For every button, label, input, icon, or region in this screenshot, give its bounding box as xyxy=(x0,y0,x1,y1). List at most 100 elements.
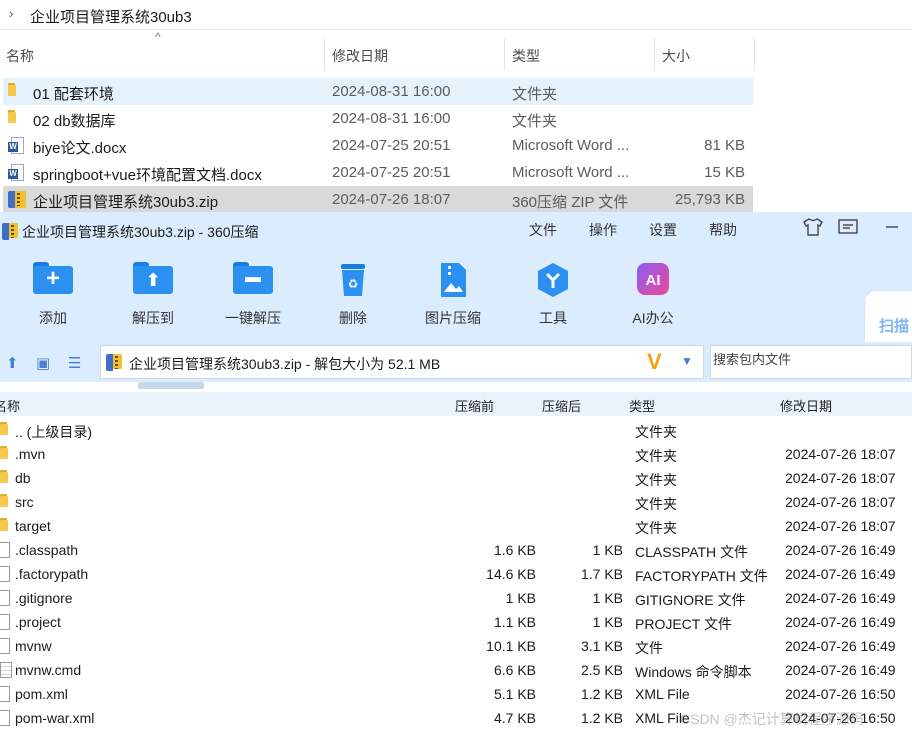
table-row[interactable]: target 文件夹 2024-07-26 18:07 xyxy=(0,514,912,538)
zip-icon xyxy=(8,191,26,208)
folder-icon xyxy=(8,110,26,126)
archive-file-list: .. (上级目录) 文件夹 .mvn 文件夹 2024-07-26 18:07 … xyxy=(0,418,912,730)
column-modified[interactable]: 修改日期 xyxy=(780,396,832,415)
entry-modified: 2024-07-26 18:07 xyxy=(785,446,896,462)
file-explorer-window: › 企业项目管理系统30ub3 ^ 名称 修改日期 类型 大小 01 配套环境 … xyxy=(0,0,912,213)
search-box[interactable] xyxy=(710,345,912,379)
entry-name: .factorypath xyxy=(15,566,89,582)
menu-settings[interactable]: 设置 xyxy=(649,220,677,240)
entry-name: pom-war.xml xyxy=(15,710,95,726)
entry-size-before: 10.1 KB xyxy=(486,638,536,654)
add-label: 添加 xyxy=(39,310,67,326)
folder-icon xyxy=(8,83,26,99)
entry-modified: 2024-07-26 16:49 xyxy=(785,614,896,630)
entry-type: Windows 命令脚本 xyxy=(635,664,752,680)
ai-office-button[interactable]: AI AI办公 xyxy=(608,246,698,342)
address-bar: ⬆ ▣ ☰ 企业项目管理系统30ub3.zip - 解包大小为 52.1 MB … xyxy=(0,342,912,382)
file-name: 02 db数据库 xyxy=(33,113,116,130)
file-row[interactable]: W springboot+vue环境配置文档.docx 2024-07-25 2… xyxy=(3,159,753,186)
column-divider[interactable] xyxy=(754,38,755,70)
entry-name: mvnw.cmd xyxy=(15,662,82,678)
table-row[interactable]: db 文件夹 2024-07-26 18:07 xyxy=(0,466,912,490)
column-before[interactable]: 压缩前 xyxy=(455,396,494,415)
file-modified: 2024-07-25 20:51 xyxy=(332,164,451,181)
one-click-extract-label: 一键解压 xyxy=(225,310,281,326)
up-arrow-icon[interactable]: ⬆ xyxy=(6,354,19,372)
add-button[interactable]: + 添加 xyxy=(8,246,98,342)
path-field[interactable]: 企业项目管理系统30ub3.zip - 解包大小为 52.1 MB V ▼ xyxy=(100,345,704,379)
entry-name: src xyxy=(15,494,34,510)
column-type[interactable]: 类型 xyxy=(629,396,655,415)
breadcrumb[interactable]: › 企业项目管理系统30ub3 xyxy=(0,0,912,30)
entry-modified: 2024-07-26 16:50 xyxy=(785,686,896,702)
file-row[interactable]: 企业项目管理系统30ub3.zip 2024-07-26 18:07 360压缩… xyxy=(3,186,753,213)
table-row[interactable]: .project 1.1 KB 1 KB PROJECT 文件 2024-07-… xyxy=(0,610,912,634)
tools-button[interactable]: 工具 xyxy=(508,246,598,342)
folder-icon xyxy=(0,470,8,483)
column-type[interactable]: 类型 xyxy=(512,46,540,66)
list-view-icon[interactable]: ☰ xyxy=(68,354,81,372)
feedback-icon[interactable] xyxy=(838,218,858,241)
dropdown-arrow-icon[interactable]: ▼ xyxy=(681,354,693,368)
file-row[interactable]: W biye论文.docx 2024-07-25 20:51 Microsoft… xyxy=(3,132,753,159)
folder-icon xyxy=(0,494,8,507)
column-name[interactable]: 名称 xyxy=(6,46,34,66)
file-type: Microsoft Word ... xyxy=(512,137,630,154)
file-type: Microsoft Word ... xyxy=(512,164,630,181)
one-click-extract-button[interactable]: ▬ 一键解压 xyxy=(208,246,298,342)
entry-size-before: 1.1 KB xyxy=(493,614,536,630)
column-name[interactable]: 名称 xyxy=(0,396,20,415)
chevron-right-icon[interactable]: › xyxy=(9,6,13,21)
delete-button[interactable]: ♻ 删除 xyxy=(308,246,398,342)
column-divider[interactable] xyxy=(504,38,505,70)
table-row[interactable]: src 文件夹 2024-07-26 18:07 xyxy=(0,490,912,514)
menu-operate[interactable]: 操作 xyxy=(589,220,617,240)
skin-shirt-icon[interactable] xyxy=(803,218,823,241)
table-row[interactable]: mvnw 10.1 KB 3.1 KB 文件 2024-07-26 16:49 xyxy=(0,634,912,658)
table-row[interactable]: pom.xml 5.1 KB 1.2 KB XML File 2024-07-2… xyxy=(0,682,912,706)
entry-name: .. (上级目录) xyxy=(15,424,92,440)
file-row[interactable]: 01 配套环境 2024-08-31 16:00 文件夹 xyxy=(3,78,753,105)
entry-modified: 2024-07-26 18:07 xyxy=(785,494,896,510)
thumbnail-view-icon[interactable]: ▣ xyxy=(36,354,50,372)
menu-file[interactable]: 文件 xyxy=(529,220,557,240)
file-icon xyxy=(0,590,10,606)
one-click-extract-icon: ▬ xyxy=(233,262,273,294)
watermark: CSDN @杰记计算机程序源码 xyxy=(680,711,864,727)
menu-help[interactable]: 帮助 xyxy=(709,220,737,240)
entry-size-before: 14.6 KB xyxy=(486,566,536,582)
v-logo-icon[interactable]: V xyxy=(647,349,662,375)
image-compress-label: 图片压缩 xyxy=(425,310,481,326)
table-row[interactable]: .factorypath 14.6 KB 1.7 KB FACTORYPATH … xyxy=(0,562,912,586)
column-divider[interactable] xyxy=(654,38,655,70)
folder-icon xyxy=(0,422,8,435)
table-row[interactable]: .gitignore 1 KB 1 KB GITIGNORE 文件 2024-0… xyxy=(0,586,912,610)
title-bar[interactable]: 企业项目管理系统30ub3.zip - 360压缩 文件 操作 设置 帮助 xyxy=(0,212,912,246)
table-row[interactable]: .classpath 1.6 KB 1 KB CLASSPATH 文件 2024… xyxy=(0,538,912,562)
extract-folder-icon: ⬆ xyxy=(133,262,173,294)
file-type: 文件夹 xyxy=(512,113,558,130)
file-modified: 2024-07-26 18:07 xyxy=(332,191,451,208)
minimize-icon[interactable] xyxy=(884,218,900,241)
column-size[interactable]: 大小 xyxy=(662,46,690,66)
column-divider[interactable] xyxy=(324,38,325,70)
search-input[interactable] xyxy=(713,352,903,367)
file-row[interactable]: 02 db数据库 2024-08-31 16:00 文件夹 xyxy=(3,105,753,132)
breadcrumb-folder[interactable]: 企业项目管理系统30ub3 xyxy=(30,6,192,27)
column-after[interactable]: 压缩后 xyxy=(542,396,581,415)
column-modified[interactable]: 修改日期 xyxy=(332,46,388,66)
extract-to-button[interactable]: ⬆ 解压到 xyxy=(108,246,198,342)
table-row[interactable]: .. (上级目录) 文件夹 xyxy=(0,418,912,442)
file-icon xyxy=(0,614,10,630)
entry-size-after: 1 KB xyxy=(592,590,623,606)
file-icon xyxy=(0,542,10,558)
entry-type: XML File xyxy=(635,686,690,702)
window-title: 企业项目管理系统30ub3.zip - 360压缩 xyxy=(22,224,259,240)
entry-size-before: 1.6 KB xyxy=(493,542,536,558)
tools-label: 工具 xyxy=(539,310,567,326)
image-compress-button[interactable]: 图片压缩 xyxy=(408,246,498,342)
horizontal-scrollbar-thumb[interactable] xyxy=(138,382,204,389)
table-row[interactable]: .mvn 文件夹 2024-07-26 18:07 xyxy=(0,442,912,466)
table-row[interactable]: mvnw.cmd 6.6 KB 2.5 KB Windows 命令脚本 2024… xyxy=(0,658,912,682)
entry-type: GITIGNORE 文件 xyxy=(635,592,746,608)
